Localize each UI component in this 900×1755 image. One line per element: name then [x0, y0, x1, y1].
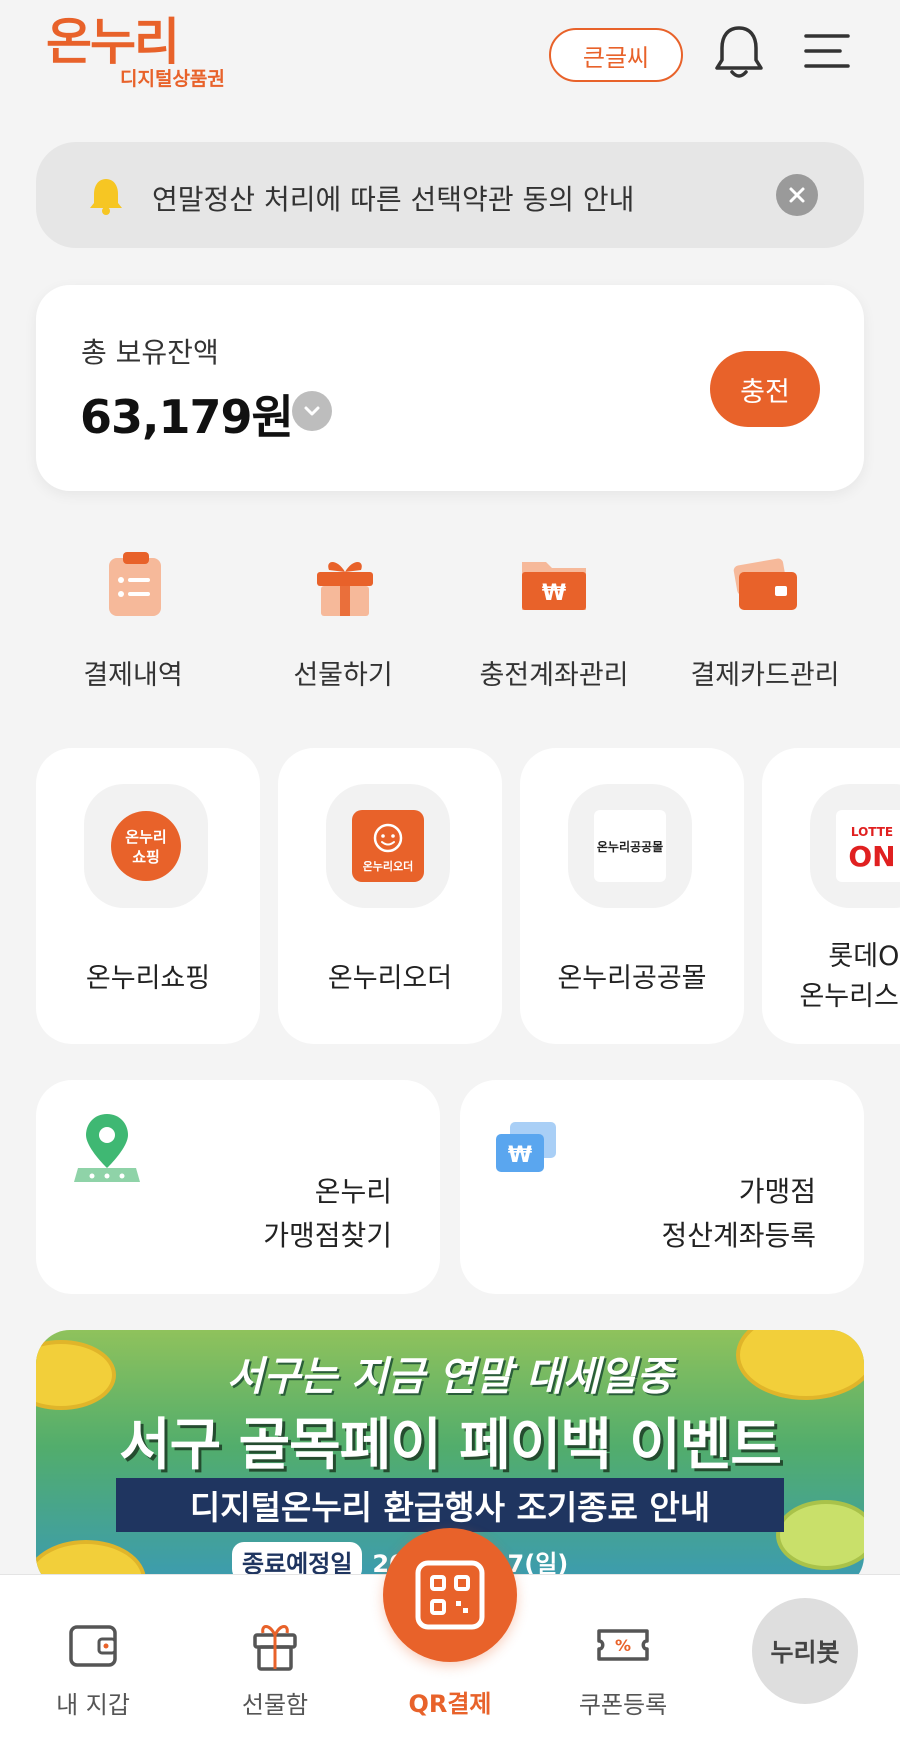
- chevron-down-icon[interactable]: [292, 391, 332, 431]
- balance-card: 총 보유잔액 63,179원 충전: [36, 285, 864, 491]
- service-card-onnuri-shopping[interactable]: 온누리 쇼핑 온누리쇼핑: [36, 748, 260, 1044]
- nav-label: 선물함: [241, 1691, 309, 1719]
- service-label-line1: 롯데ON: [828, 941, 900, 972]
- logo-main-text: 온누리: [46, 13, 180, 71]
- lotteon-logo: LOTTE ON: [810, 784, 900, 908]
- quick-label: 선물하기: [293, 660, 393, 691]
- bigtext-button[interactable]: 큰글씨: [549, 28, 683, 82]
- qr-payment-button[interactable]: [383, 1528, 517, 1662]
- notice-close-icon[interactable]: [776, 174, 818, 216]
- banner-subtitle: 디지털온누리 환급행사 조기종료 안내: [116, 1478, 784, 1532]
- svg-text:%: %: [615, 1636, 631, 1655]
- settlement-account-label: 가맹점 정산계좌등록: [661, 1170, 816, 1258]
- coupon-icon: %: [593, 1615, 653, 1675]
- wide-label-line2: 정산계좌등록: [661, 1219, 816, 1252]
- svg-text:LOTTE: LOTTE: [851, 825, 893, 839]
- giftbox-icon: [245, 1615, 305, 1675]
- onnuri-shopping-logo: 온누리 쇼핑: [84, 784, 208, 908]
- nav-label: 내 지갑: [56, 1691, 130, 1719]
- svg-text:온누리공공몰: 온누리공공몰: [597, 839, 663, 854]
- notice-bell-icon: [86, 176, 126, 216]
- service-label: 온누리공공몰: [557, 963, 707, 994]
- notice-banner[interactable]: 연말정산 처리에 따른 선택약관 동의 안내: [36, 142, 864, 248]
- service-carousel[interactable]: 온누리 쇼핑 온누리쇼핑 온누리오더 온누리오더 온누리공공몰 온누리공공몰 L…: [0, 748, 900, 1044]
- wallet-icon: [63, 1615, 123, 1675]
- map-pin-icon: [70, 1112, 144, 1186]
- won-cards-icon: ₩: [494, 1120, 560, 1176]
- quick-menu: 결제내역 선물하기 ₩ 충전계좌관리 결제카드관리: [0, 548, 900, 698]
- service-card-onnuri-public-mall[interactable]: 온누리공공몰 온누리공공몰: [520, 748, 744, 1044]
- quick-label: 결제카드관리: [690, 660, 840, 691]
- nav-coupon[interactable]: % 쿠폰등록: [548, 1575, 698, 1755]
- nuribot-button[interactable]: 누리봇: [752, 1598, 858, 1704]
- service-card-lotteon-store[interactable]: LOTTE ON 롯데ON 온누리스토어: [762, 748, 900, 1044]
- wide-label-line1: 가맹점: [738, 1175, 816, 1208]
- wide-label-line1: 온누리: [314, 1175, 392, 1208]
- service-card-onnuri-order[interactable]: 온누리오더 온누리오더: [278, 748, 502, 1044]
- find-merchant-label: 온누리 가맹점찾기: [263, 1170, 392, 1258]
- banner-headline: 서구 골목페이 페이백 이벤트: [119, 1413, 782, 1478]
- qr-code-icon: [415, 1560, 485, 1630]
- gift-icon: [307, 548, 379, 620]
- banner-headline-small: 서구는 지금 연말 대세일중: [226, 1354, 674, 1400]
- quick-item-charge-account[interactable]: ₩ 충전계좌관리: [454, 548, 654, 698]
- balance-amount: 63,179원: [80, 390, 294, 444]
- notice-text: 연말정산 처리에 따른 선택약관 동의 안내: [152, 183, 635, 216]
- wide-label-line2: 가맹점찾기: [263, 1219, 392, 1252]
- svg-text:₩: ₩: [508, 1143, 532, 1168]
- service-label-line2: 온누리스토어: [799, 981, 900, 1012]
- nav-giftbox[interactable]: 선물함: [200, 1575, 350, 1755]
- card-wallet-icon: [729, 548, 801, 620]
- logo-sub-text: 디지털상품권: [120, 68, 225, 90]
- onnuri-logo[interactable]: 온누리 디지털상품권: [46, 12, 246, 92]
- find-merchant-card[interactable]: 온누리 가맹점찾기: [36, 1080, 440, 1294]
- svg-text:온누리오더: 온누리오더: [363, 859, 414, 873]
- quick-label: 충전계좌관리: [479, 660, 629, 691]
- svg-text:ON: ON: [848, 840, 895, 873]
- nav-label: 쿠폰등록: [578, 1691, 668, 1719]
- receipt-icon: [97, 548, 169, 620]
- onnuri-public-mall-logo: 온누리공공몰: [568, 784, 692, 908]
- won-folder-icon: ₩: [518, 548, 590, 620]
- app-header: 온누리 디지털상품권 큰글씨: [0, 0, 900, 110]
- svg-text:₩: ₩: [542, 581, 566, 606]
- svg-text:온누리: 온누리: [125, 828, 166, 846]
- quick-item-send-gift[interactable]: 선물하기: [243, 548, 443, 698]
- balance-label: 총 보유잔액: [81, 336, 219, 369]
- notification-bell-icon[interactable]: [712, 22, 766, 82]
- settlement-account-card[interactable]: ₩ 가맹점 정산계좌등록: [460, 1080, 864, 1294]
- service-label: 온누리쇼핑: [85, 963, 211, 994]
- hamburger-menu-icon[interactable]: [804, 30, 850, 72]
- onnuri-order-logo: 온누리오더: [326, 784, 450, 908]
- service-label: 온누리오더: [327, 963, 453, 994]
- money-decoration: [776, 1500, 864, 1570]
- quick-label: 결제내역: [83, 660, 183, 691]
- nav-wallet[interactable]: 내 지갑: [18, 1575, 168, 1755]
- quick-item-payment-history[interactable]: 결제내역: [33, 548, 233, 698]
- charge-button[interactable]: 충전: [710, 351, 820, 427]
- qr-payment-label: QR결제: [408, 1690, 492, 1718]
- quick-item-card-management[interactable]: 결제카드관리: [665, 548, 865, 698]
- svg-text:쇼핑: 쇼핑: [132, 848, 160, 866]
